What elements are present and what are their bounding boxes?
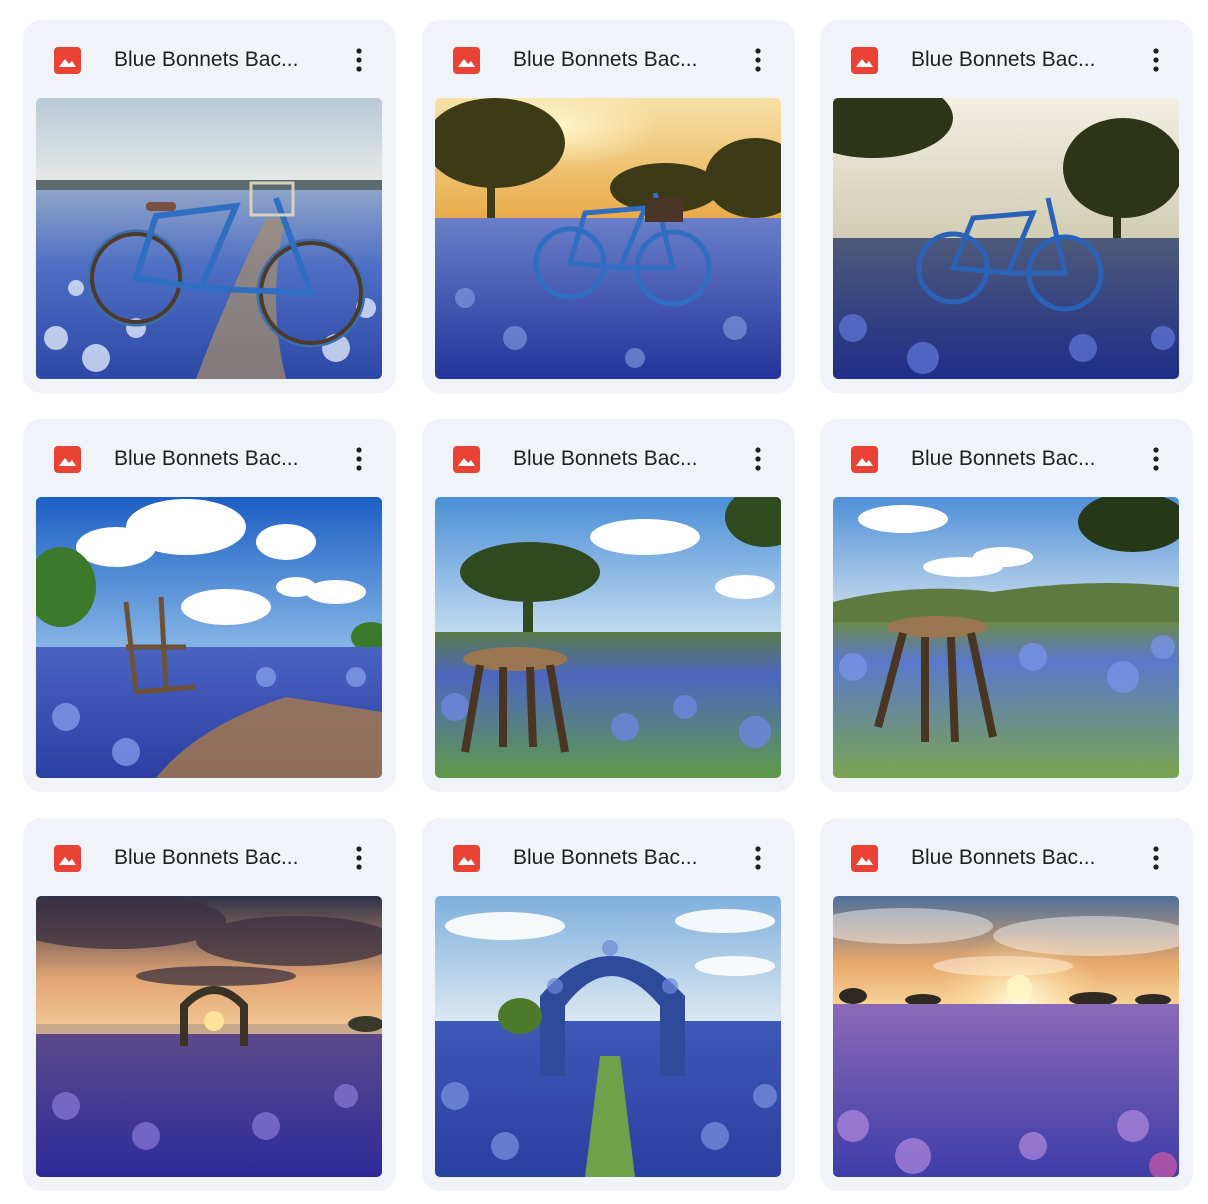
more-vert-icon[interactable] xyxy=(1140,441,1172,477)
file-thumbnail[interactable] xyxy=(833,896,1179,1177)
file-card[interactable]: Blue Bonnets Bac... xyxy=(820,20,1193,393)
more-vert-icon[interactable] xyxy=(1140,42,1172,78)
image-file-icon xyxy=(851,845,878,872)
file-grid: Blue Bonnets Bac... Blue Bonnets Bac... … xyxy=(0,0,1208,1204)
image-file-icon xyxy=(54,47,81,74)
file-name: Blue Bonnets Bac... xyxy=(911,447,1096,470)
file-thumbnail[interactable] xyxy=(36,98,382,379)
file-card-header: Blue Bonnets Bac... xyxy=(820,20,1193,98)
file-card[interactable]: Blue Bonnets Bac... xyxy=(422,818,795,1191)
more-vert-icon[interactable] xyxy=(343,840,375,876)
file-card-header: Blue Bonnets Bac... xyxy=(820,818,1193,896)
more-vert-icon[interactable] xyxy=(742,42,774,78)
file-card-header: Blue Bonnets Bac... xyxy=(23,818,396,896)
more-vert-icon[interactable] xyxy=(343,42,375,78)
file-thumbnail[interactable] xyxy=(833,98,1179,379)
file-card-header: Blue Bonnets Bac... xyxy=(422,20,795,98)
file-card[interactable]: Blue Bonnets Bac... xyxy=(23,20,396,393)
image-file-icon xyxy=(453,446,480,473)
file-card[interactable]: Blue Bonnets Bac... xyxy=(23,419,396,792)
file-name: Blue Bonnets Bac... xyxy=(513,48,698,71)
file-name: Blue Bonnets Bac... xyxy=(114,447,299,470)
file-card-header: Blue Bonnets Bac... xyxy=(422,818,795,896)
file-card-header: Blue Bonnets Bac... xyxy=(820,419,1193,497)
file-card[interactable]: Blue Bonnets Bac... xyxy=(422,419,795,792)
more-vert-icon[interactable] xyxy=(742,441,774,477)
file-thumbnail[interactable] xyxy=(435,896,781,1177)
image-file-icon xyxy=(851,446,878,473)
more-vert-icon[interactable] xyxy=(742,840,774,876)
file-thumbnail[interactable] xyxy=(36,497,382,778)
file-name: Blue Bonnets Bac... xyxy=(114,48,299,71)
file-thumbnail[interactable] xyxy=(435,497,781,778)
file-card[interactable]: Blue Bonnets Bac... xyxy=(820,419,1193,792)
more-vert-icon[interactable] xyxy=(1140,840,1172,876)
file-name: Blue Bonnets Bac... xyxy=(513,447,698,470)
file-card[interactable]: Blue Bonnets Bac... xyxy=(23,818,396,1191)
file-card[interactable]: Blue Bonnets Bac... xyxy=(422,20,795,393)
image-file-icon xyxy=(453,47,480,74)
file-thumbnail[interactable] xyxy=(435,98,781,379)
file-thumbnail[interactable] xyxy=(36,896,382,1177)
file-card-header: Blue Bonnets Bac... xyxy=(422,419,795,497)
file-thumbnail[interactable] xyxy=(833,497,1179,778)
file-name: Blue Bonnets Bac... xyxy=(911,846,1096,869)
image-file-icon xyxy=(851,47,878,74)
more-vert-icon[interactable] xyxy=(343,441,375,477)
image-file-icon xyxy=(453,845,480,872)
file-card[interactable]: Blue Bonnets Bac... xyxy=(820,818,1193,1191)
file-card-header: Blue Bonnets Bac... xyxy=(23,20,396,98)
file-name: Blue Bonnets Bac... xyxy=(911,48,1096,71)
image-file-icon xyxy=(54,845,81,872)
file-card-header: Blue Bonnets Bac... xyxy=(23,419,396,497)
file-name: Blue Bonnets Bac... xyxy=(114,846,299,869)
image-file-icon xyxy=(54,446,81,473)
file-name: Blue Bonnets Bac... xyxy=(513,846,698,869)
